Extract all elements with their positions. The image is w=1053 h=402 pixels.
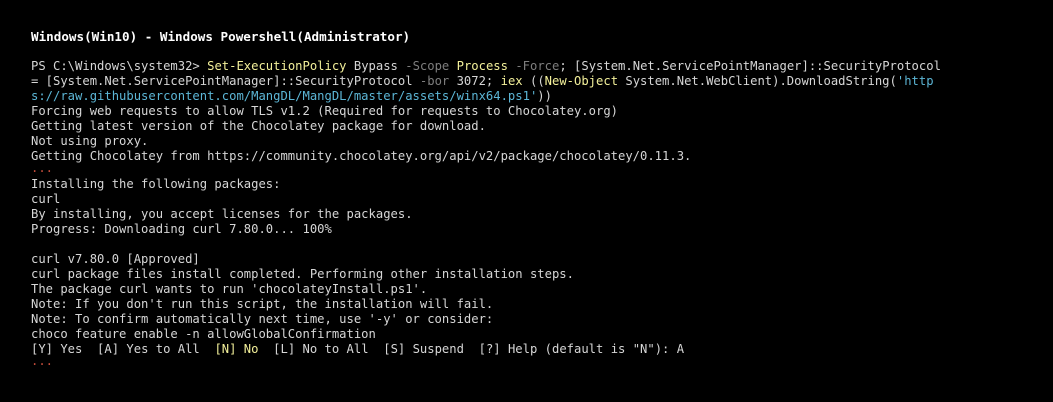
output-line: curl v7.80.0 [Approved] [31,252,200,266]
prompt: PS C:\Windows\system32> [31,59,208,73]
command-segment: )) [537,89,552,103]
arg-bypass: Bypass [346,59,406,73]
alias-iex: iex [500,74,523,88]
command-segment: System.Net.WebClient).DownloadString( [618,74,897,88]
console-output[interactable]: PS C:\Windows\system32> Set-ExecutionPol… [31,59,1043,370]
output-line: Note: If you don't run this script, the … [31,297,494,311]
output-line: Note: To confirm automatically next time… [31,312,494,326]
omitted-output-ellipsis: ... [31,161,54,175]
choice-prompt[interactable]: [Y] Yes [A] Yes to All [N] No [L] No to … [31,342,1043,357]
user-answer[interactable]: A [677,342,684,356]
output-line: choco feature enable -n allowGlobalConfi… [31,327,376,341]
url-string-start: 'http [896,74,934,88]
output-line: curl [31,192,61,206]
command-line-2: = [System.Net.ServicePointManager]::Secu… [31,74,1043,89]
command-line-3: s://raw.githubusercontent.com/MangDL/Man… [31,89,1043,104]
cmdlet-new-object: New-Object [544,74,619,88]
choice-help: [?] Help (default is "N"): [478,342,677,356]
console-title: Windows(Win10) - Windows Powershell(Admi… [31,29,411,44]
output-line: Forcing web requests to allow TLS v1.2 (… [31,104,618,118]
output-line: Not using proxy. [31,134,149,148]
output-line: Progress: Downloading curl 7.80.0... 100… [31,222,332,236]
output-line: Getting Chocolatey from https://communit… [31,149,692,163]
command-segment: 3072; [449,74,501,88]
output-line: curl package files install completed. Pe… [31,267,574,281]
param-force: -Force [515,59,560,73]
output-line: The package curl wants to run 'chocolate… [31,282,428,296]
choice-no-to-all: [L] No to All [273,342,384,356]
cmdlet-set-executionpolicy: Set-ExecutionPolicy [207,59,347,73]
param-bor: -bor [419,74,450,88]
command-segment: = [System.Net.ServicePointManager]::Secu… [31,74,420,88]
command-segment: (( [522,74,545,88]
output-line: Installing the following packages: [31,177,281,191]
choice-no-default: [N] No [214,342,259,356]
omitted-output-ellipsis: ... [31,354,54,368]
output-line: By installing, you accept licenses for t… [31,207,413,221]
output-line: Getting latest version of the Chocolatey… [31,119,486,133]
command-line-1: PS C:\Windows\system32> Set-ExecutionPol… [31,59,1043,74]
param-scope: -Scope [405,59,450,73]
arg-process: Process [456,59,508,73]
choice-yes-to-all: [A] Yes to All [97,342,215,356]
choice-suspend: [S] Suspend [383,342,479,356]
url-string-end: s://raw.githubusercontent.com/MangDL/Man… [31,89,538,103]
command-rest-1: ; [System.Net.ServicePointManager]::Secu… [559,59,941,73]
